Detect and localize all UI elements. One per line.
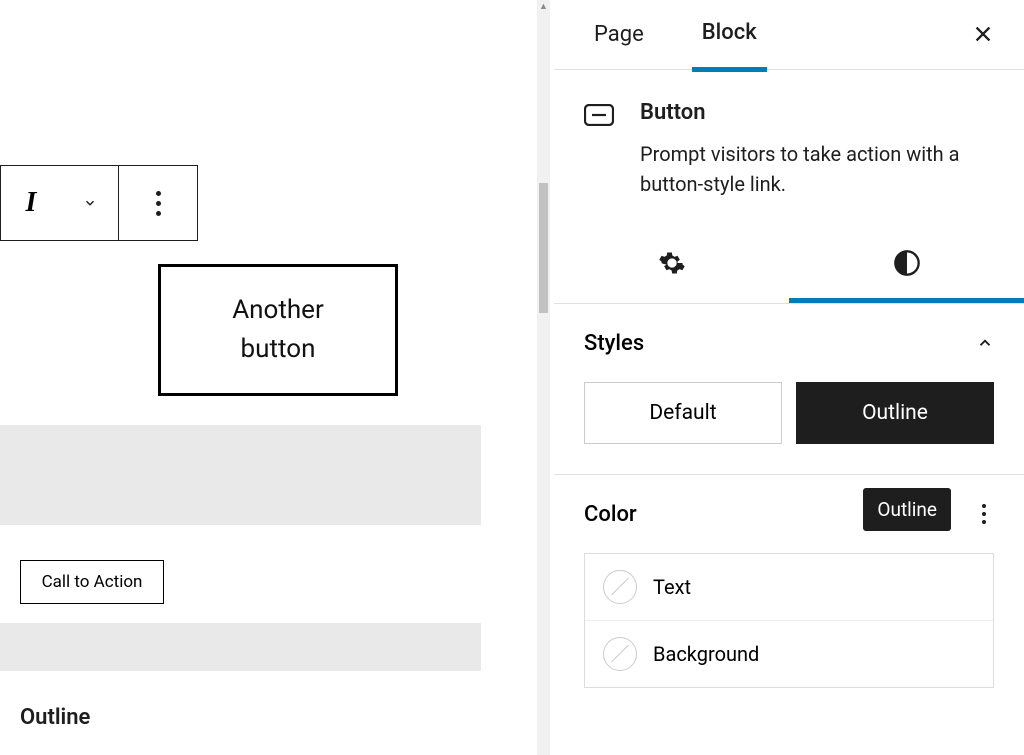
appearance-icon: [893, 249, 921, 277]
color-swatch-none-icon: [603, 570, 637, 604]
styles-heading: Styles: [584, 331, 644, 356]
color-row-text[interactable]: Text: [585, 554, 993, 620]
canvas-section-heading: Outline: [20, 705, 90, 730]
color-heading: Color: [584, 502, 637, 527]
style-options: Default Outline: [584, 382, 994, 474]
block-toolbar: I: [0, 165, 198, 241]
block-header: Button Prompt visitors to take action wi…: [554, 70, 1024, 227]
more-options-icon: [156, 191, 161, 216]
canvas-spacer: [0, 425, 481, 525]
styles-panel-toggle[interactable]: Styles: [584, 304, 994, 382]
chevron-down-icon: [83, 196, 97, 210]
button-block-icon: [584, 104, 614, 126]
block-type-icon-wrap: [584, 100, 614, 199]
canvas-button-outline[interactable]: Another button: [158, 264, 398, 396]
close-sidebar-button[interactable]: [972, 22, 994, 52]
editor-canvas[interactable]: I Another button Call to Action Outline …: [0, 0, 537, 755]
toolbar-more-format[interactable]: [61, 166, 119, 240]
canvas-cta-label: Call to Action: [42, 572, 143, 592]
style-tooltip: Outline: [863, 488, 951, 531]
style-option-outline[interactable]: Outline: [796, 382, 994, 444]
canvas-button-text-line1: Another: [232, 291, 324, 330]
color-panel: Text Background: [584, 553, 994, 688]
sidebar-tabs: Page Block: [554, 0, 1024, 70]
gear-icon: [658, 249, 686, 277]
color-swatch-none-icon: [603, 637, 637, 671]
block-type-description: Prompt visitors to take action with a bu…: [640, 139, 994, 199]
color-row-background[interactable]: Background: [585, 620, 993, 687]
canvas-cta-button[interactable]: Call to Action: [20, 560, 164, 604]
settings-subtabs: [554, 227, 1024, 304]
toolbar-options[interactable]: [119, 166, 197, 240]
styles-panel: Styles Default Outline: [554, 304, 1024, 474]
color-label-text: Text: [653, 575, 691, 599]
settings-sidebar: Page Block Button Prompt visitors to tak…: [554, 0, 1024, 755]
italic-icon: I: [26, 187, 37, 219]
subtab-settings[interactable]: [554, 227, 789, 303]
editor-scrollbar[interactable]: ▲: [537, 0, 550, 755]
chevron-up-icon: [976, 334, 994, 352]
color-options-menu[interactable]: [974, 496, 994, 532]
tab-page[interactable]: Page: [584, 0, 654, 69]
close-icon: [972, 23, 994, 45]
color-label-background: Background: [653, 642, 759, 666]
canvas-spacer-2: [0, 623, 481, 671]
tab-block[interactable]: Block: [692, 0, 767, 72]
scrollbar-up-icon[interactable]: ▲: [537, 0, 550, 13]
toolbar-italic[interactable]: I: [1, 166, 61, 240]
block-type-title: Button: [640, 100, 994, 125]
style-option-default[interactable]: Default: [584, 382, 782, 444]
canvas-button-text-line2: button: [241, 330, 316, 369]
scrollbar-thumb[interactable]: [539, 183, 548, 313]
subtab-appearance[interactable]: [789, 227, 1024, 303]
color-panel-header: Color: [554, 475, 1024, 553]
